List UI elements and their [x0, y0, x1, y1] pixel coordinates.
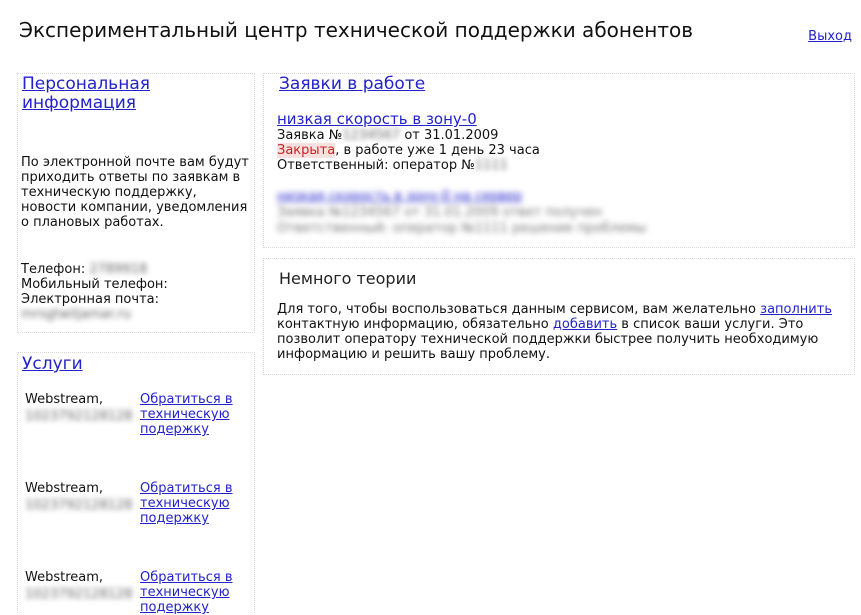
ticket-responsible-row: Ответственный: оператор №1111: [277, 158, 540, 173]
service-name-block: Webstream, 1023792128128: [25, 392, 135, 424]
service-name-block: Webstream, 1023792128128: [25, 481, 135, 513]
ticket-item: низкая скорость в зону-0 Заявка №1234567…: [277, 110, 540, 173]
mobile-label: Мобильный телефон:: [21, 277, 168, 292]
service-name: Webstream,: [25, 481, 104, 496]
service-name-block: Webstream, 1023792128128: [25, 570, 135, 602]
ticket-status-row: Закрыта, в работе уже 1 день 23 часа: [277, 143, 540, 158]
phone-row: Телефон: 2789918: [21, 262, 251, 277]
personal-info-heading-link[interactable]: Персональная информация: [22, 75, 222, 113]
tickets-panel: Заявки в работе низкая скорость в зону-0…: [263, 73, 855, 248]
theory-panel: Немного теории Для того, чтобы воспользо…: [263, 258, 855, 375]
contact-support-link[interactable]: Обратиться в техническую подержку: [140, 570, 250, 615]
ticket-number-value: 1234567: [342, 128, 401, 143]
ticket-date: от 31.01.2009: [404, 128, 499, 143]
email-label: Электронная почта:: [21, 292, 159, 307]
mobile-row: Мобильный телефон:: [21, 277, 251, 292]
page-title: Экспериментальный центр технической подд…: [19, 18, 694, 42]
email-row: Электронная почта:: [21, 292, 251, 307]
ticket-details: Заявка №1234567 от 31.01.2009 ответ полу…: [277, 205, 603, 220]
services-panel: Услуги Webstream, 1023792128128 Обратить…: [17, 352, 255, 615]
ticket-responsible-prefix: Ответственный: оператор №: [277, 158, 475, 173]
email-value: mrsgtwiljamar.ru: [21, 307, 132, 322]
phone-value: 2789918: [89, 262, 148, 277]
ticket-number-row: Заявка №1234567 от 31.01.2009: [277, 128, 540, 143]
service-account: 1023792128128: [25, 409, 133, 424]
personal-info-description: По электронной почте вам будут приходить…: [21, 155, 249, 230]
fill-contact-link[interactable]: заполнить: [760, 302, 832, 317]
ticket-number-prefix: Заявка №: [277, 128, 343, 143]
ticket-item: низкая скорость в зону-0 на сервер Заявк…: [277, 189, 646, 237]
theory-heading: Немного теории: [279, 269, 417, 288]
services-heading-link[interactable]: Услуги: [22, 355, 83, 374]
contact-details: Телефон: 2789918 Мобильный телефон: Элек…: [21, 262, 251, 322]
contact-support-link[interactable]: Обратиться в техническую подержку: [140, 481, 250, 526]
ticket-duration: , в работе уже 1 день 23 часа: [335, 143, 540, 158]
theory-text-part: контактную информацию, обязательно: [277, 317, 553, 332]
email-value-row: mrsgtwiljamar.ru: [21, 307, 251, 322]
phone-label: Телефон:: [21, 262, 86, 277]
service-name: Webstream,: [25, 392, 104, 407]
ticket-details: Ответственный: оператор №1111 решение пр…: [277, 221, 647, 236]
personal-info-panel: Персональная информация По электронной п…: [17, 73, 255, 333]
theory-text: Для того, чтобы воспользоваться данным с…: [277, 302, 842, 362]
ticket-title-link[interactable]: низкая скорость в зону-0: [277, 110, 477, 128]
ticket-operator-value: 1111: [474, 158, 508, 173]
ticket-status-badge: Закрыта: [277, 143, 336, 158]
theory-text-part: Для того, чтобы воспользоваться данным с…: [277, 302, 761, 317]
tickets-heading-link[interactable]: Заявки в работе: [279, 75, 425, 94]
logout-link[interactable]: Выход: [808, 29, 852, 44]
service-name: Webstream,: [25, 570, 104, 585]
ticket-title-link[interactable]: низкая скорость в зону-0 на сервер: [277, 189, 522, 204]
add-service-link[interactable]: добавить: [553, 317, 617, 332]
contact-support-link[interactable]: Обратиться в техническую подержку: [140, 392, 250, 437]
service-account: 1023792128128: [25, 498, 133, 513]
service-account: 1023792128128: [25, 587, 133, 602]
